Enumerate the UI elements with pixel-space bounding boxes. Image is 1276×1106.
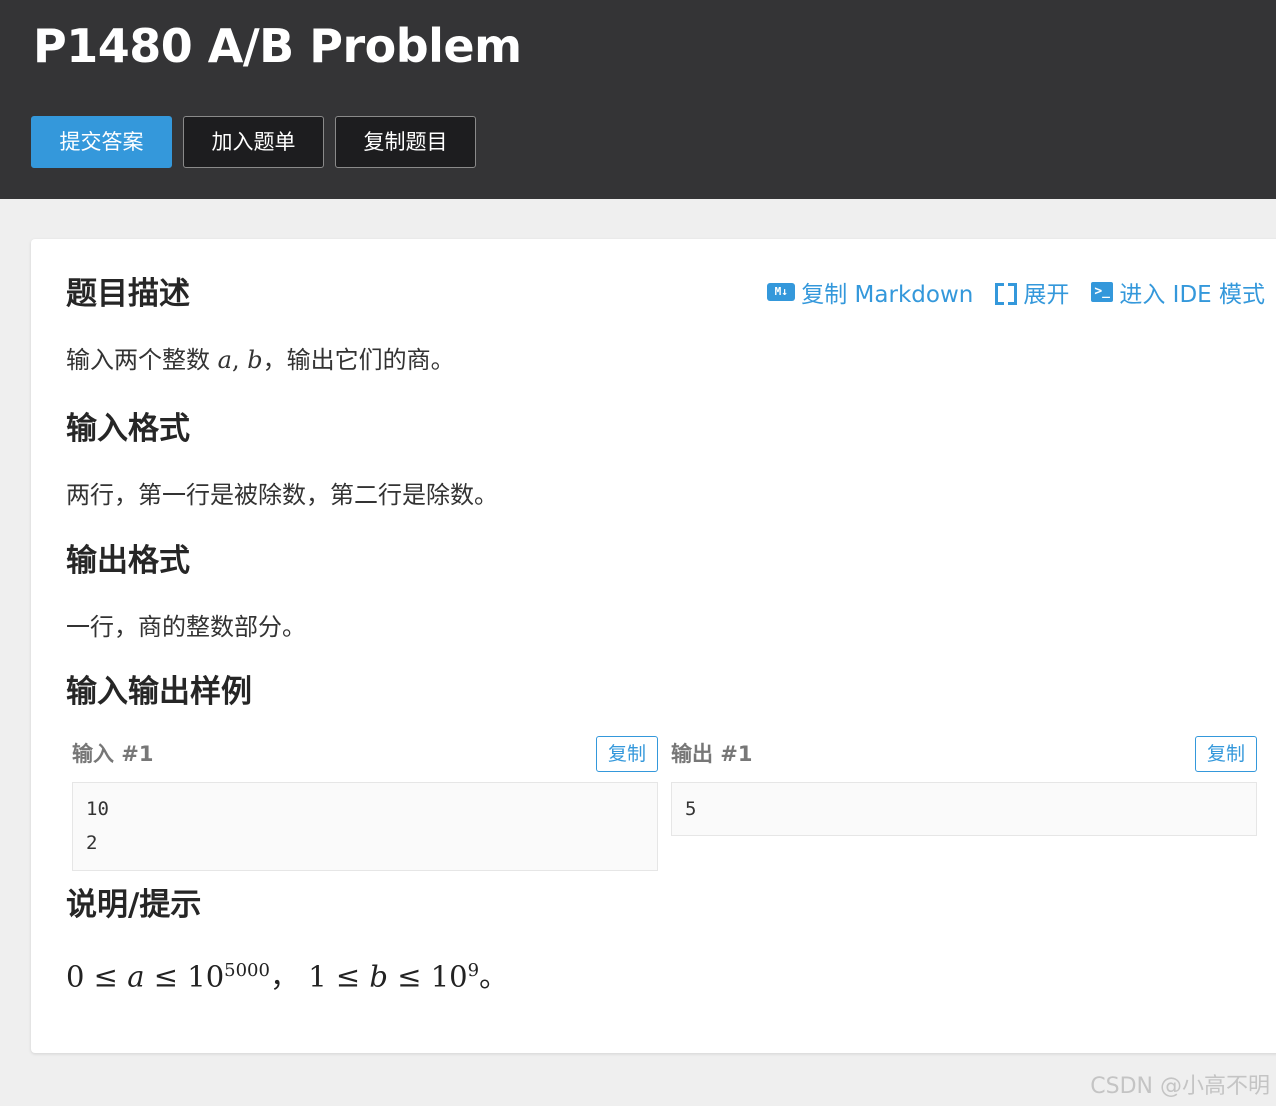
copy-input-button[interactable]: 复制 [596,736,658,772]
output-format-text: 一行，商的整数部分。 [66,613,306,641]
hint-leq-3: ≤ [335,959,361,994]
problem-title: P1480 A/B Problem [33,19,522,73]
submit-answer-button[interactable]: 提交答案 [31,116,172,168]
var-comma: , [231,346,248,374]
hint-constraints: 0 ≤ a ≤ 105000， 1 ≤ b ≤ 109。 [66,951,508,997]
terminal-icon: >_ [1091,282,1114,302]
sample-input-label: 输入 #1 [72,742,154,766]
copy-problem-button[interactable]: 复制题目 [335,116,476,168]
hint-exp-a: 5000 [224,960,270,981]
hint-var-a: a [127,959,145,994]
hint-zero: 0 [66,959,85,994]
expand-button[interactable]: 展开 [995,275,1069,309]
markdown-icon: M↓ [767,283,796,301]
hint-leq-4: ≤ [397,959,422,994]
hint-exp-b: 9 [467,960,480,981]
output-format-heading: 输出格式 [66,543,190,579]
description-heading: 题目描述 [66,276,190,312]
copy-markdown-label: 复制 Markdown [801,282,974,308]
hint-leq-1: ≤ [93,959,118,994]
description-text: 输入两个整数 a, b，输出它们的商。 [66,343,455,377]
hint-heading: 说明/提示 [66,887,202,923]
hint-separator: ， [269,959,299,994]
hint-leq-2: ≤ [153,959,179,994]
add-to-list-button[interactable]: 加入题单 [183,116,324,168]
hint-end: 。 [479,959,509,994]
var-a: a [217,346,232,374]
expand-icon [995,283,1018,305]
copy-output-button[interactable]: 复制 [1195,736,1257,772]
ide-mode-label: 进入 IDE 模式 [1119,282,1265,308]
problem-toolbar: M↓ 复制 Markdown 展开 >_ 进入 IDE 模式 [767,275,1265,309]
problem-header: P1480 A/B Problem 提交答案 加入题单 复制题目 [0,0,1276,199]
copy-markdown-button[interactable]: M↓ 复制 Markdown [767,275,973,309]
sample-input-box[interactable]: 10 2 [72,782,658,871]
sample-output-box[interactable]: 5 [671,782,1257,836]
sample-output-label: 输出 #1 [671,742,753,766]
hint-ten-b: 10 [430,959,468,994]
csdn-watermark: CSDN @小高不明 [1090,1074,1270,1099]
var-b: b [247,346,263,374]
hint-ten-a: 10 [187,959,225,994]
input-format-heading: 输入格式 [66,411,190,447]
hint-var-b: b [369,959,388,994]
expand-label: 展开 [1023,282,1070,308]
ide-mode-button[interactable]: >_ 进入 IDE 模式 [1091,275,1265,309]
input-format-text: 两行，第一行是被除数，第二行是除数。 [66,481,498,509]
samples-heading: 输入输出样例 [66,674,252,710]
description-suffix: ，输出它们的商。 [262,346,455,374]
hint-one: 1 [308,959,327,994]
description-prefix: 输入两个整数 [66,346,218,374]
problem-card: M↓ 复制 Markdown 展开 >_ 进入 IDE 模式 题目描述 输入两个… [31,239,1276,1053]
